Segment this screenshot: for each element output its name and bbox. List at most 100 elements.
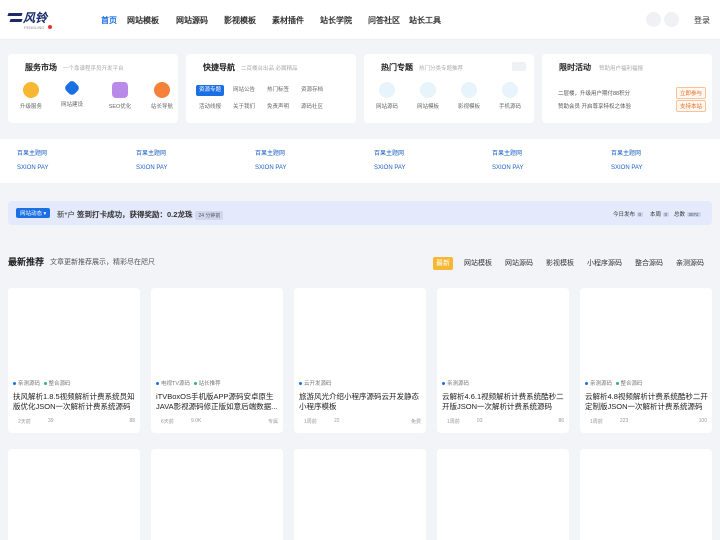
section-title: 最新推荐	[8, 257, 45, 267]
join-button[interactable]: 立即参与	[676, 87, 707, 99]
post-time: 1周前	[447, 419, 460, 425]
stat-today: 今日发布 0	[613, 212, 644, 218]
hot-item-templates[interactable]: 网站模板	[410, 82, 446, 110]
link-name[interactable]: 百果主题网	[255, 148, 285, 157]
activity-row: 二层楼，升级用户期付88积分	[558, 91, 631, 97]
post-card[interactable]	[151, 449, 283, 540]
link-sub[interactable]: SXION PAY	[492, 165, 523, 171]
nav-video-templates[interactable]: 影视模板	[224, 15, 256, 26]
link-name[interactable]: 百果主题网	[611, 148, 641, 157]
quick-tag-hot[interactable]: 热门标签	[267, 85, 289, 96]
post-title[interactable]: 云解析4.6.1视频解析计费系统酷秒二开版JSON一次解析计费系统源码	[442, 392, 566, 412]
site-header: 风铃 FENGLING 首页 网站模板 网站源码 影视模板 素材插件 站长学院 …	[0, 0, 720, 40]
link-sub[interactable]: SXION PAY	[374, 165, 405, 171]
nav-plugins[interactable]: 素材插件	[272, 15, 304, 26]
post-tags: 亲测源码	[442, 379, 469, 387]
tab-latest[interactable]: 最新	[433, 257, 453, 270]
link-name[interactable]: 百果主题网	[374, 148, 404, 157]
post-card[interactable]: 云开发源码 旅游风光介绍小程序源码云开发静态小程序模板 1周前 22 免费	[294, 288, 426, 433]
nav-qa-community[interactable]: 问答社区	[368, 15, 400, 26]
post-views: 22	[334, 418, 340, 424]
hot-topics-card: 热门专题 热门分类专题推荐 网站源码 网站模板 影视模板 手机源码	[364, 54, 534, 123]
post-card[interactable]: 亲测源码 整合源码 云解析4.8视频解析计费系统酷秒二开定制版JSON一次解析计…	[580, 288, 712, 433]
post-views: 93	[477, 418, 483, 424]
nav-webmaster-tools[interactable]: 站长工具	[409, 15, 441, 26]
hot-item-source[interactable]: 网站源码	[369, 82, 405, 110]
medal-icon	[23, 82, 39, 98]
tab-video-templates[interactable]: 影视模板	[546, 257, 574, 270]
activity-row: 赞助会员 开启尊享特权之体验	[558, 104, 632, 110]
post-views: 9.0K	[191, 418, 202, 424]
post-tags: 亲测源码 整合源码	[585, 379, 643, 387]
hot-item-mobile[interactable]: 手机源码	[492, 82, 528, 110]
site-logo[interactable]: 风铃 FENGLING	[7, 9, 58, 31]
link-sub[interactable]: SXION PAY	[611, 165, 642, 171]
quick-tag-community[interactable]: 源码社区	[301, 102, 323, 113]
search-icon[interactable]	[664, 12, 679, 27]
card-subtitle: 热门分类专题推荐	[419, 66, 464, 72]
notice-text: 新*户 签到打卡成功，获得奖励：0.2龙珠 24 分钟前	[57, 209, 224, 220]
tab-tested[interactable]: 亲测源码	[676, 257, 704, 270]
post-time: 1周前	[590, 419, 603, 425]
more-icon[interactable]	[512, 62, 526, 71]
support-button[interactable]: 支持本站	[676, 100, 707, 112]
section-subtitle: 文章更新推荐展示，精彩尽在咫尺	[50, 259, 155, 266]
tab-web-templates[interactable]: 网站模板	[464, 257, 492, 270]
theme-toggle-icon[interactable]	[646, 12, 661, 27]
service-navigation[interactable]: 站长导航	[144, 82, 180, 110]
card-subtitle: 赞助用户福利福报	[599, 66, 644, 72]
card-title: 热门专题	[381, 63, 413, 72]
post-card[interactable]	[8, 449, 140, 540]
hot-item-video[interactable]: 影视模板	[451, 82, 487, 110]
post-tags: 电视TV源码 站长推荐	[156, 379, 221, 387]
post-time: 6天前	[161, 419, 174, 425]
post-card[interactable]	[437, 449, 569, 540]
link-name[interactable]: 百果主题网	[492, 148, 522, 157]
stat-week: 本周 0	[650, 212, 670, 218]
tab-integrated[interactable]: 整合源码	[635, 257, 663, 270]
nav-web-templates[interactable]: 网站模板	[127, 15, 159, 26]
post-card[interactable]	[294, 449, 426, 540]
tab-web-source[interactable]: 网站源码	[505, 257, 533, 270]
stat-total: 总数 3072	[674, 212, 701, 218]
post-title[interactable]: 云解析4.8视频解析计费系统酷秒二开定制版JSON一次解析计费系统源码	[585, 392, 709, 412]
post-card[interactable]: 电视TV源码 站长推荐 iTVBoxOS手机版APP源码安卓原生JAVA影视源码…	[151, 288, 283, 433]
service-seo[interactable]: SEO优化	[102, 82, 138, 110]
quick-tag-archive[interactable]: 资源存档	[301, 85, 323, 96]
post-time: 1周前	[304, 419, 317, 425]
seo-icon	[112, 82, 128, 98]
quick-tag-announce[interactable]: 网站公告	[233, 85, 255, 96]
post-title[interactable]: 扶风解析1.8.5视频解析计费系统员知版优化JSON一次解析计费系统源码	[13, 392, 137, 412]
limited-activity-card: 限时活动 赞助用户福利福报 二层楼，升级用户期付88积分 立即参与 赞助会员 开…	[542, 54, 712, 123]
nav-web-source[interactable]: 网站源码	[176, 15, 208, 26]
build-icon	[63, 79, 81, 97]
link-sub[interactable]: SXION PAY	[136, 165, 167, 171]
link-name[interactable]: 百果主题网	[136, 148, 166, 157]
service-website-build[interactable]: 网站建设	[54, 79, 90, 108]
quick-tag-topics[interactable]: 资源专题	[196, 85, 225, 96]
post-views: 39	[48, 418, 54, 424]
post-title[interactable]: 旅游风光介绍小程序源码云开发静态小程序模板	[299, 392, 423, 412]
quick-tag-about[interactable]: 关于我们	[233, 102, 255, 113]
notice-tag[interactable]: 网站动态 ▾	[16, 208, 51, 218]
post-card[interactable]	[580, 449, 712, 540]
card-subtitle: 二百楼台出品 必属精品	[241, 66, 298, 72]
post-card[interactable]: 亲测源码 云解析4.6.1视频解析计费系统酷秒二开版JSON一次解析计费系统源码…	[437, 288, 569, 433]
post-title[interactable]: iTVBoxOS手机版APP源码安卓原生JAVA影视源码修正版如意后端数据...	[156, 392, 280, 412]
post-views: 223	[620, 418, 629, 424]
login-link[interactable]: 登录	[694, 15, 710, 26]
link-sub[interactable]: SXION PAY	[17, 165, 48, 171]
card-title: 快捷导航	[203, 63, 235, 72]
link-name[interactable]: 百果主题网	[17, 148, 47, 157]
tab-mini-program[interactable]: 小程序源码	[587, 257, 622, 270]
nav-webmaster-academy[interactable]: 站长学院	[320, 15, 352, 26]
post-extra: 88	[129, 418, 135, 424]
link-sub[interactable]: SXION PAY	[255, 165, 286, 171]
globe-icon	[154, 82, 170, 98]
quick-tag-disclaimer[interactable]: 免责声明	[267, 102, 289, 113]
nav-home[interactable]: 首页	[101, 15, 117, 26]
post-card[interactable]: 亲测源码 整合源码 扶风解析1.8.5视频解析计费系统员知版优化JSON一次解析…	[8, 288, 140, 433]
site-notice-bar: 网站动态 ▾ 新*户 签到打卡成功，获得奖励：0.2龙珠 24 分钟前 今日发布 …	[8, 201, 712, 225]
quick-tag-events[interactable]: 活动线报	[199, 102, 221, 113]
service-upgrade[interactable]: 升级服务	[13, 82, 49, 110]
